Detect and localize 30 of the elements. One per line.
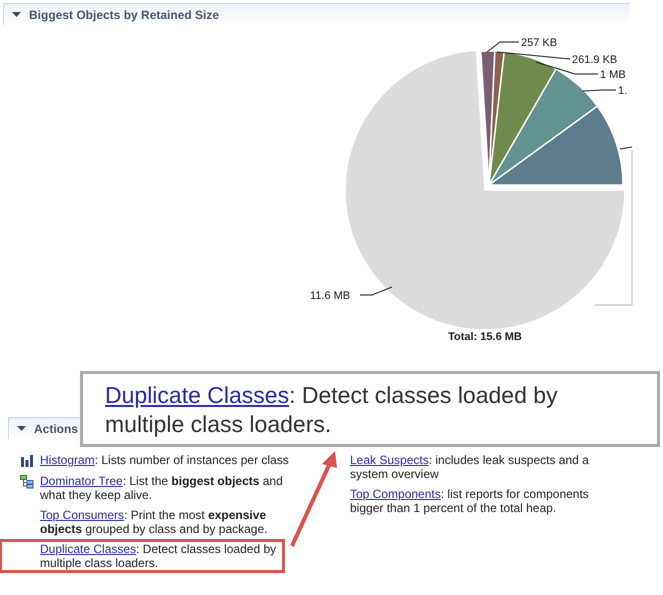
action-link[interactable]: Duplicate Classes	[40, 542, 136, 556]
action-link[interactable]: Dominator Tree	[40, 474, 123, 488]
leader-line	[582, 90, 616, 92]
slice-label: 257 KB	[521, 37, 558, 49]
collapse-icon[interactable]	[12, 10, 21, 19]
leader-line	[620, 146, 632, 150]
slice-label: 11.6 MB	[310, 290, 350, 302]
leader-line	[536, 62, 598, 74]
callout-text: Duplicate Classes: Detect classes loaded by multiple class loaders.	[105, 381, 559, 439]
action-description: Top Consumers: Print the most expensive objects grouped by class and by package.	[40, 508, 268, 536]
section-title: Biggest Objects by Retained Size	[29, 6, 220, 24]
action-link[interactable]: Top Consumers	[40, 508, 124, 522]
leader-line	[360, 286, 392, 296]
bar-chart-icon	[20, 454, 34, 468]
section-title: Actions	[34, 420, 78, 438]
action-description: Leak Suspects: includes leak suspects and a system overview	[350, 453, 590, 481]
action-link[interactable]: Histogram	[40, 453, 95, 467]
callout-link[interactable]: Duplicate Classes	[105, 382, 290, 408]
slice-label: 261.9 KB	[572, 54, 618, 66]
action-link[interactable]: Leak Suspects	[350, 453, 429, 467]
action-link[interactable]: Top Components	[350, 487, 441, 501]
action-description: Histogram: Lists number of instances per class	[40, 453, 290, 468]
action-description: Top Components: list reports for components bigger than 1 percent of the total heap.	[350, 487, 590, 515]
tree-icon	[20, 475, 34, 489]
collapse-icon[interactable]	[17, 424, 26, 433]
chart-total: Total: 15.6 MB	[448, 331, 522, 343]
action-description: Duplicate Classes: Detect classes loaded by multiple class loaders.	[40, 542, 278, 570]
action-description: Dominator Tree: List the biggest objects and what they keep alive.	[40, 474, 284, 502]
slice-label: 1 MB	[600, 69, 626, 81]
slice-label: 1.	[618, 85, 628, 97]
